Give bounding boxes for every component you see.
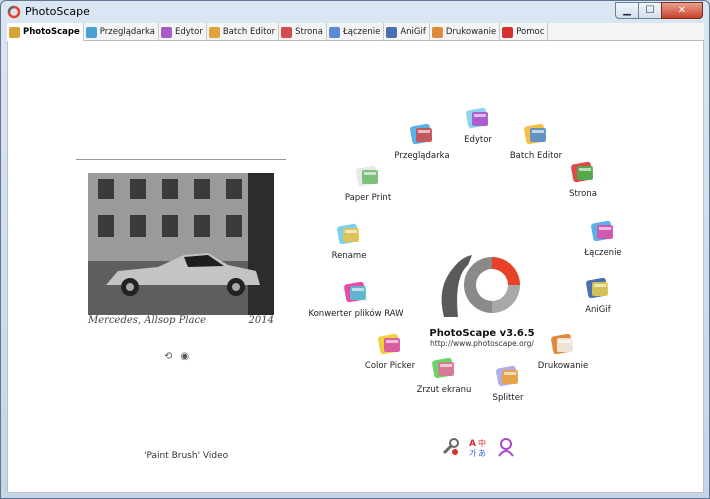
- menu-item-label: Konwerter plików RAW: [308, 309, 404, 319]
- menu-item-label: Strona: [569, 189, 597, 199]
- refresh-icon[interactable]: ⟲: [164, 351, 172, 362]
- menu-item-12[interactable]: Przeglądarka: [374, 119, 470, 161]
- paint-brush-video-link[interactable]: 'Paint Brush' Video: [144, 451, 228, 461]
- menu-item-label: Przeglądarka: [394, 151, 450, 161]
- page-layout-icon: [568, 157, 598, 187]
- tab-6[interactable]: AniGif: [384, 23, 430, 41]
- featured-photo-image: [88, 173, 274, 315]
- tab-8[interactable]: Pomoc: [500, 23, 549, 41]
- photoscape-logo: [441, 255, 520, 317]
- paper-print-icon: [353, 161, 383, 191]
- color-picker-icon: [375, 329, 405, 359]
- combine-icon: [588, 216, 618, 246]
- tab-7[interactable]: Drukowanie: [430, 23, 501, 41]
- splitter-icon: [493, 361, 523, 391]
- tab-icon: [161, 26, 172, 38]
- tab-3[interactable]: Batch Editor: [207, 23, 280, 41]
- tab-label: Strona: [295, 27, 323, 37]
- tab-5[interactable]: Łączenie: [327, 23, 385, 41]
- svg-text:あ: あ: [478, 449, 486, 457]
- tab-icon: [85, 26, 97, 38]
- menu-item-label: Rename: [331, 251, 367, 261]
- photo-caption: Mercedes, Allsop Place: [88, 315, 207, 326]
- tab-2[interactable]: Edytor: [159, 23, 207, 41]
- menu-item-label: Splitter: [492, 393, 524, 403]
- website-url[interactable]: http://www.photoscape.org/: [427, 339, 537, 348]
- minimize-button[interactable]: ▁: [615, 2, 639, 19]
- maximize-button[interactable]: ☐: [638, 2, 662, 19]
- tab-label: Batch Editor: [222, 27, 276, 37]
- tab-icon: [431, 26, 443, 38]
- tab-label: Pomoc: [516, 27, 545, 37]
- print-icon: [548, 329, 578, 359]
- menu-item-label: Zrzut ekranu: [416, 385, 472, 395]
- tab-1[interactable]: Przeglądarka: [84, 23, 159, 41]
- menu-item-label: Łączenie: [584, 248, 622, 258]
- user-profile-icon[interactable]: [496, 437, 516, 457]
- window-title: PhotoScape: [25, 5, 90, 18]
- tab-0[interactable]: PhotoScape: [7, 23, 84, 41]
- menu-item-2[interactable]: Strona: [535, 157, 631, 199]
- tab-icon: [281, 26, 293, 38]
- tab-label: PhotoScape: [23, 27, 80, 37]
- photoscape-window: PhotoScape ▁ ☐ ✕ PhotoScape Przeglądarka E…: [0, 0, 710, 499]
- svg-text:中: 中: [478, 438, 486, 448]
- menu-item-11[interactable]: Paper Print: [320, 161, 416, 203]
- tab-label: Przeglądarka: [99, 27, 155, 37]
- viewer-icon: [407, 119, 437, 149]
- tab-4[interactable]: Strona: [279, 23, 327, 41]
- raw-converter-icon: [341, 277, 371, 307]
- eye-icon[interactable]: ◉: [180, 351, 189, 362]
- photoscape-app-icon: [7, 5, 21, 19]
- tab-icon: [9, 26, 20, 38]
- title-bar[interactable]: PhotoScape ▁ ☐ ✕: [1, 1, 709, 23]
- tab-label: AniGif: [400, 27, 426, 37]
- featured-photo-card[interactable]: Mercedes, Allsop Place 2014: [78, 165, 280, 335]
- folders-icon: [521, 119, 551, 149]
- photo-date: 2014: [248, 315, 274, 326]
- tab-label: Łączenie: [342, 27, 381, 37]
- menu-item-9[interactable]: Konwerter plików RAW: [308, 277, 404, 319]
- tab-icon: [386, 26, 398, 38]
- app-version: PhotoScape v3.6.5: [429, 328, 535, 339]
- svg-text:가: 가: [469, 449, 477, 457]
- tab-icon: [502, 26, 514, 38]
- close-button[interactable]: ✕: [661, 2, 703, 19]
- photo-divider: [76, 159, 286, 160]
- menu-item-10[interactable]: Rename: [301, 219, 397, 261]
- menu-item-label: Color Picker: [364, 361, 416, 371]
- tab-icon: [208, 26, 220, 38]
- tab-icon: [328, 26, 340, 38]
- tab-label: Edytor: [175, 27, 203, 37]
- tab-bar: PhotoScape Przeglądarka Edytor Batch Editor…: [7, 23, 704, 41]
- menu-item-label: AniGif: [585, 305, 611, 315]
- language-icon[interactable]: A 中 가 あ: [468, 437, 488, 457]
- menu-item-3[interactable]: Łączenie: [555, 216, 651, 258]
- animated-gif-icon: [583, 273, 613, 303]
- rename-icon: [334, 219, 364, 249]
- menu-item-1[interactable]: Batch Editor: [488, 119, 584, 161]
- menu-item-4[interactable]: AniGif: [550, 273, 646, 315]
- tab-label: Drukowanie: [445, 27, 497, 37]
- menu-item-label: Paper Print: [344, 193, 392, 203]
- menu-item-8[interactable]: Color Picker: [342, 329, 438, 371]
- svg-text:A: A: [469, 439, 476, 449]
- settings-wrench-icon[interactable]: [440, 437, 460, 457]
- main-content: Mercedes, Allsop Place 2014 ⟲ ◉ 'Paint B…: [7, 41, 704, 493]
